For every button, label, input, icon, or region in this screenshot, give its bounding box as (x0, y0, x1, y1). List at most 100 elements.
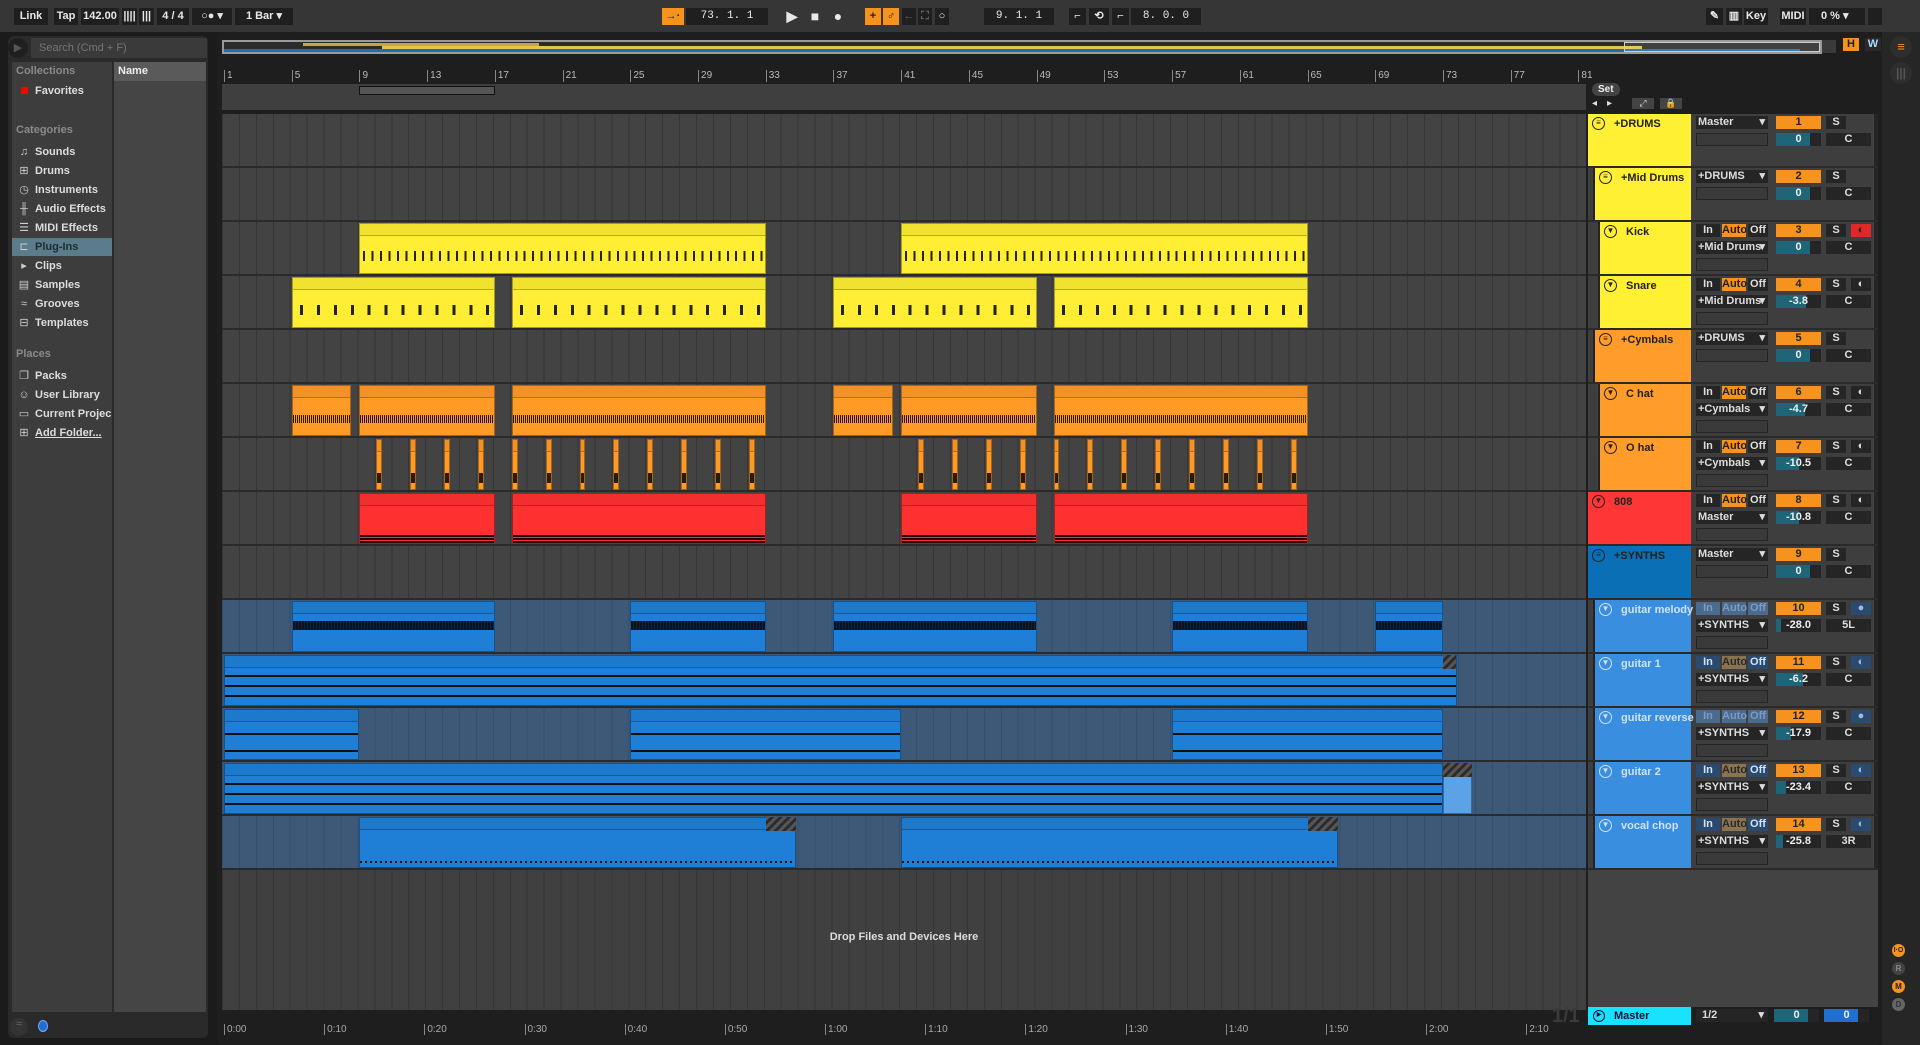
track-activator-button[interactable]: 3 (1776, 224, 1821, 237)
output-channel-field[interactable] (1696, 133, 1768, 146)
metronome-button[interactable]: ○● ▾ (192, 8, 232, 25)
track-name-area[interactable]: ▼ guitar 1 (1593, 654, 1691, 706)
track-name[interactable]: 808 (1614, 496, 1632, 508)
group-fold-icon[interactable]: ≡ (1592, 117, 1605, 130)
clip-header[interactable] (834, 386, 892, 398)
lane-guitar-2[interactable] (222, 762, 1586, 816)
clip-header[interactable] (902, 818, 1337, 830)
play-button[interactable]: ▶ (784, 8, 800, 25)
output-channel-field[interactable] (1696, 420, 1768, 433)
clip[interactable] (224, 655, 1457, 706)
clip[interactable] (1222, 439, 1229, 490)
monitor-auto-button[interactable]: Auto (1722, 710, 1747, 723)
clip[interactable] (901, 493, 1037, 544)
clip[interactable] (901, 385, 1037, 436)
clip[interactable] (1087, 439, 1094, 490)
track-name[interactable]: Kick (1626, 226, 1649, 238)
punch-out-icon[interactable]: ⌐ (1112, 8, 1129, 25)
record-arm-button[interactable]: ◐ (1851, 818, 1871, 831)
monitor-in-button[interactable]: In (1696, 494, 1720, 507)
record-arm-button[interactable]: ◐ (1851, 440, 1871, 453)
record-arm-button[interactable]: ◐ (1851, 494, 1871, 507)
clip-header[interactable] (952, 440, 957, 452)
lane-808[interactable] (222, 492, 1586, 546)
output-channel-field[interactable] (1696, 798, 1768, 811)
track-header-guitar-melody[interactable]: ▼ guitar melody In Auto Off +SYNTHS ▾ 10 S ● -28.0… (1588, 600, 1878, 654)
volume-field[interactable]: 0 (1776, 133, 1821, 146)
clip-header[interactable] (902, 224, 1307, 236)
volume-field[interactable]: -28.0 (1776, 619, 1821, 632)
clip-header[interactable] (1190, 440, 1194, 452)
track-name-area[interactable]: ▼ guitar melody (1593, 600, 1693, 652)
browser-toggle-button[interactable]: ▶ (8, 38, 28, 58)
browser-item-samples[interactable]: ▤ Samples (12, 276, 112, 294)
clip-header[interactable] (1376, 602, 1442, 614)
clip[interactable] (985, 439, 992, 490)
track-name[interactable]: +Cymbals (1621, 334, 1673, 346)
track-name-area[interactable]: ▼ guitar reverse (1593, 708, 1694, 760)
master-volume[interactable]: 0 (1774, 1009, 1819, 1022)
key-map-button[interactable]: Key (1744, 8, 1768, 25)
output-routing-select[interactable]: +Mid Drums ▾ (1696, 241, 1768, 254)
computer-keyboard-button[interactable]: ▥ (1726, 8, 1742, 25)
clip[interactable] (511, 277, 766, 328)
track-header-c-hat[interactable]: ▼ C hat In Auto Off +Cymbals ▾ 6 S ◐ -4.7 C (1588, 384, 1878, 438)
master-cue-volume[interactable]: 0 (1824, 1009, 1869, 1022)
solo-button[interactable]: S (1826, 710, 1846, 723)
browser-item-instruments[interactable]: ◷ Instruments (12, 181, 112, 199)
pan-field[interactable]: C (1826, 457, 1871, 470)
prev-locator-button[interactable]: ◂ (1592, 98, 1597, 109)
clip[interactable] (647, 439, 654, 490)
track-header-o-hat[interactable]: ▼ O hat In Auto Off +Cymbals ▾ 7 S ◐ -10.5 C (1588, 438, 1878, 492)
monitor-auto-button[interactable]: Auto (1722, 764, 1747, 777)
solo-button[interactable]: S (1826, 548, 1846, 561)
track-name[interactable]: +Mid Drums (1621, 172, 1684, 184)
clip[interactable] (291, 385, 351, 436)
volume-field[interactable]: -6.2 (1776, 673, 1821, 686)
volume-field[interactable]: 0 (1776, 349, 1821, 362)
browser-item-plug-ins[interactable]: ⊏ Plug-Ins (12, 238, 112, 256)
clip[interactable] (1053, 439, 1060, 490)
track-activator-button[interactable]: 10 (1776, 602, 1821, 615)
output-routing-select[interactable]: +SYNTHS ▾ (1696, 673, 1768, 686)
track-activator-button[interactable]: 6 (1776, 386, 1821, 399)
device-fold-icon[interactable]: ▼ (1604, 225, 1617, 238)
arrangement-overview[interactable] (222, 40, 1822, 54)
clip-header[interactable] (1020, 440, 1025, 452)
clip-header[interactable] (512, 494, 765, 506)
monitor-off-button[interactable]: Off (1748, 602, 1768, 615)
monitor-auto-button[interactable]: Auto (1722, 224, 1747, 237)
clip[interactable] (410, 439, 417, 490)
tempo-field[interactable]: 142.00 (81, 8, 119, 25)
draw-mode-button[interactable]: ✎ (1706, 8, 1723, 25)
track-activator-button[interactable]: 4 (1776, 278, 1821, 291)
browser-place-add-folder-[interactable]: ⊞ Add Folder... (12, 424, 112, 442)
monitor-off-button[interactable]: Off (1748, 710, 1768, 723)
time-ruler[interactable]: 0:00 0:10 0:20 0:30 0:40 0:50 1:00 1:10 1:20 1:30… (222, 1020, 1586, 1042)
output-channel-field[interactable] (1696, 187, 1768, 200)
clip-header[interactable] (715, 440, 720, 452)
record-arm-button[interactable]: ● (1851, 602, 1871, 615)
clip-header[interactable] (360, 494, 494, 506)
browser-item-sounds[interactable]: ♫ Sounds (12, 143, 112, 161)
record-arm-button[interactable]: ◐ (1851, 656, 1871, 669)
clip[interactable] (613, 439, 620, 490)
track-header-cymbals[interactable]: ≡ +Cymbals +DRUMS ▾ 5 S 0 C (1588, 330, 1878, 384)
clip-header[interactable] (225, 764, 1442, 776)
clip[interactable] (511, 385, 766, 436)
clip[interactable] (951, 439, 958, 490)
solo-button[interactable]: S (1826, 386, 1846, 399)
clip-header[interactable] (1122, 440, 1127, 452)
tap-tempo-button[interactable]: Tap (54, 8, 78, 25)
clip-header[interactable] (1054, 494, 1307, 506)
output-routing-select[interactable]: +SYNTHS ▾ (1696, 835, 1768, 848)
track-header-guitar-reverse[interactable]: ▼ guitar reverse In Auto Off +SYNTHS ▾ 12 S ● -17.… (1588, 708, 1878, 762)
track-header-snare[interactable]: ▼ Snare In Auto Off +Mid Drums ▾ 4 S ◐ -3.8 C (1588, 276, 1878, 330)
overdub-button[interactable]: + (865, 8, 881, 25)
lane-guitar-1[interactable] (222, 654, 1586, 708)
clip[interactable] (833, 385, 893, 436)
clip-header[interactable] (902, 386, 1036, 398)
master-output-select[interactable]: 1/2 ▾ (1696, 1009, 1768, 1022)
monitor-auto-button[interactable]: Auto (1722, 440, 1747, 453)
clip[interactable] (545, 439, 552, 490)
